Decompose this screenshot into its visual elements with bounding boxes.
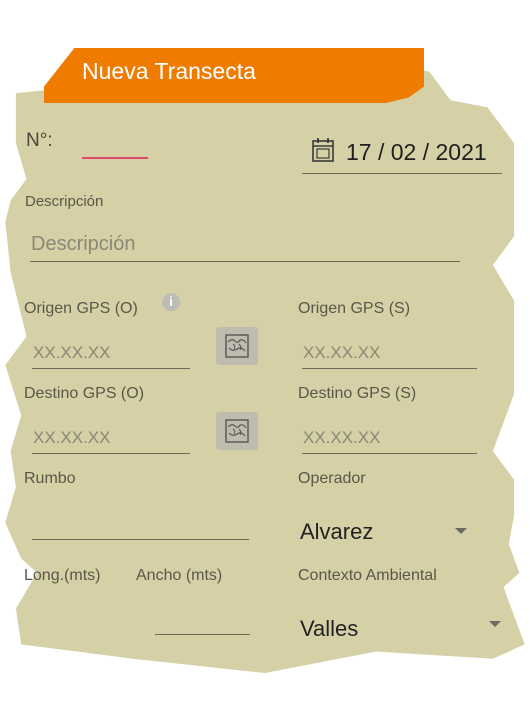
rumbo-input[interactable] <box>32 539 249 540</box>
info-icon[interactable]: i <box>162 293 180 311</box>
number-label: N°: <box>26 130 53 151</box>
page-title: Nueva Transecta <box>82 58 256 84</box>
origin-o-label: Origen GPS (O) <box>24 300 138 317</box>
description-input[interactable]: Descripción <box>31 233 135 256</box>
calendar-icon[interactable] <box>311 137 335 163</box>
dest-o-input[interactable]: XX.XX.XX <box>33 428 110 448</box>
operador-select[interactable]: Alvarez <box>300 519 373 545</box>
contexto-dropdown-icon[interactable] <box>489 621 501 627</box>
contexto-select[interactable]: Valles <box>300 616 358 642</box>
width-input[interactable] <box>155 634 250 635</box>
origin-s-input[interactable]: XX.XX.XX <box>303 343 380 363</box>
dest-o-label: Destino GPS (O) <box>24 385 145 402</box>
origin-map-button[interactable] <box>216 327 258 365</box>
origin-s-underline <box>302 368 477 369</box>
dest-map-button[interactable] <box>216 412 258 450</box>
description-underline <box>30 261 460 262</box>
description-label: Descripción <box>25 193 104 210</box>
number-input[interactable] <box>82 157 148 159</box>
map-icon <box>225 334 249 358</box>
origin-o-underline <box>32 368 190 369</box>
width-label: Ancho (mts) <box>136 567 223 584</box>
dest-s-input[interactable]: XX.XX.XX <box>303 428 380 448</box>
origin-s-label: Origen GPS (S) <box>298 300 411 317</box>
rumbo-label: Rumbo <box>24 470 76 487</box>
dest-s-label: Destino GPS (S) <box>298 385 417 402</box>
dest-s-underline <box>302 453 477 454</box>
operador-dropdown-icon[interactable] <box>455 528 467 534</box>
origin-o-input[interactable]: XX.XX.XX <box>33 343 110 363</box>
operador-label: Operador <box>298 470 366 487</box>
dest-o-underline <box>32 453 190 454</box>
contexto-label: Contexto Ambiental <box>298 567 437 584</box>
date-value[interactable]: 17 / 02 / 2021 <box>346 139 487 166</box>
date-underline <box>302 173 502 174</box>
map-icon <box>225 419 249 443</box>
length-label: Long.(mts) <box>24 567 101 584</box>
